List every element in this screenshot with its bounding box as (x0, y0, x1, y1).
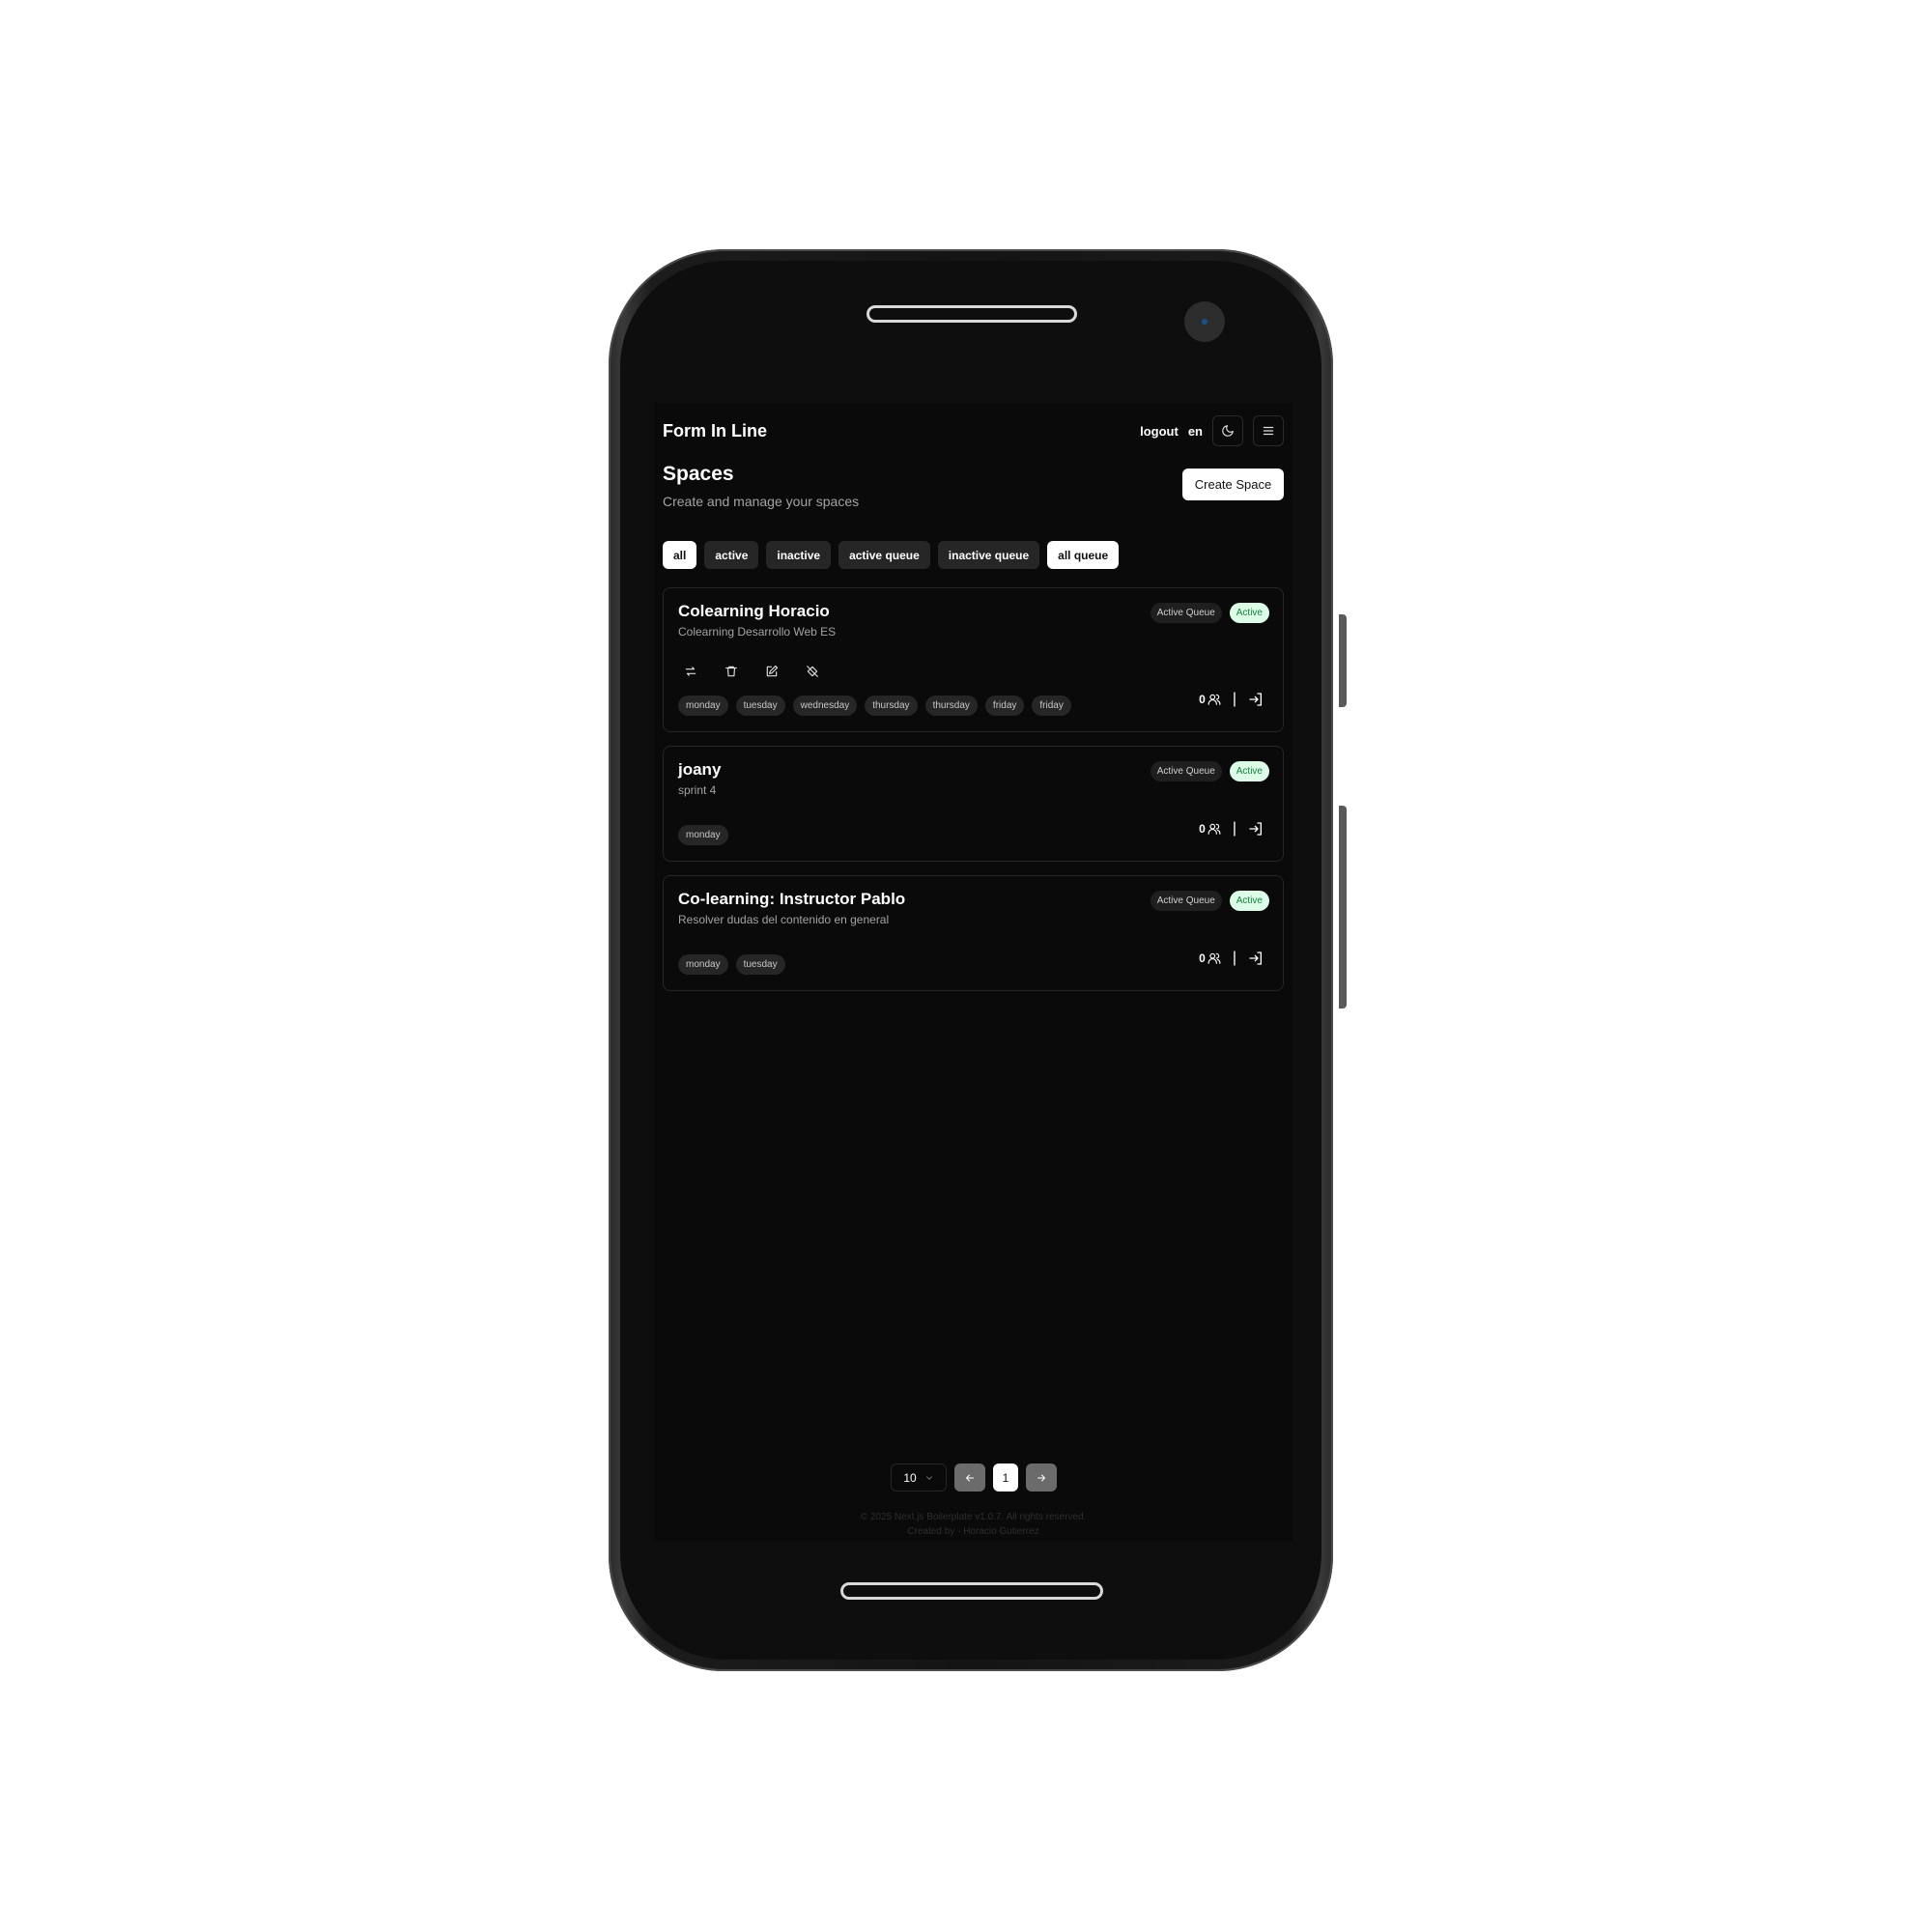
brand-logo[interactable]: Form In Line (663, 421, 767, 441)
status-badge: Active (1229, 891, 1269, 911)
space-days: monday (678, 825, 728, 845)
arrow-left-icon (966, 1474, 974, 1481)
users-icon (1208, 823, 1221, 835)
edit-icon (766, 665, 779, 677)
space-badges: Active Queue Active (1150, 603, 1269, 623)
trash-icon (725, 666, 737, 677)
day-tag: tuesday (735, 954, 785, 975)
theme-toggle-button[interactable] (1212, 415, 1243, 446)
status-badge: Active (1229, 761, 1269, 781)
navbar-actions: logout en (1140, 413, 1284, 448)
space-stats: 0 | (1199, 820, 1264, 838)
day-tag: friday (1032, 696, 1071, 716)
moon-icon (1222, 425, 1234, 437)
member-count: 0 (1199, 693, 1221, 706)
page-size-select[interactable]: 10 (891, 1463, 947, 1492)
delete-button[interactable] (718, 658, 745, 685)
chevron-down-icon (925, 1475, 932, 1480)
filter-tabs: all active inactive active queue inactiv… (663, 541, 1120, 569)
enter-icon[interactable] (1248, 821, 1264, 837)
power-button (1339, 806, 1347, 1009)
space-card[interactable]: Co-learning: Instructor Pablo Resolver d… (663, 875, 1284, 991)
day-tag: thursday (924, 696, 978, 716)
page-subtitle: Create and manage your spaces (663, 494, 860, 509)
status-badge: Active (1229, 603, 1269, 623)
language-switcher[interactable]: en (1188, 424, 1203, 439)
queue-status-badge: Active Queue (1150, 603, 1222, 623)
footer-credit: Created by - Horacio Gutierrez (907, 1526, 1039, 1537)
space-title: Colearning Horacio (678, 602, 830, 620)
space-stats: 0 | (1199, 691, 1264, 708)
member-count-value: 0 (1199, 822, 1206, 836)
create-space-button[interactable]: Create Space (1182, 469, 1284, 500)
space-description: sprint 4 (678, 783, 717, 797)
member-count: 0 (1199, 952, 1221, 965)
space-title: joany (678, 760, 722, 779)
swap-button[interactable] (677, 658, 704, 685)
users-icon (1208, 952, 1221, 964)
volume-button (1339, 614, 1347, 707)
current-page-button[interactable]: 1 (993, 1463, 1018, 1492)
filter-active-queue[interactable]: active queue (838, 541, 930, 569)
footer: © 2025 Next.js Boilerplate v1.0.7. All r… (654, 1510, 1293, 1539)
phone-home-bar (840, 1582, 1103, 1600)
filter-inactive[interactable]: inactive (766, 541, 832, 569)
space-actions (677, 658, 826, 685)
space-days: monday tuesday wednesday thursday thursd… (678, 696, 1071, 716)
hamburger-icon (1263, 426, 1274, 436)
phone-speaker (867, 305, 1077, 323)
day-tag: monday (678, 696, 728, 716)
day-tag: friday (984, 696, 1025, 716)
app-screen: Form In Line logout en Spaces Create and… (654, 403, 1293, 1541)
enter-icon[interactable] (1248, 692, 1264, 707)
arrow-right-icon (1037, 1474, 1045, 1481)
unplug-icon (807, 666, 818, 677)
space-badges: Active Queue Active (1150, 891, 1269, 911)
page-title: Spaces (663, 463, 734, 485)
divider: | (1232, 820, 1236, 837)
space-description: Resolver dudas del contenido en general (678, 913, 890, 926)
page-size-value: 10 (903, 1470, 917, 1485)
filter-all-queue[interactable]: all queue (1047, 541, 1120, 569)
swap-icon (685, 667, 696, 676)
day-tag: tuesday (735, 696, 785, 716)
day-tag: thursday (865, 696, 918, 716)
enter-icon[interactable] (1248, 951, 1264, 966)
member-count-value: 0 (1199, 952, 1206, 965)
disable-button[interactable] (799, 658, 826, 685)
space-description: Colearning Desarrollo Web ES (678, 625, 837, 639)
divider: | (1232, 950, 1236, 966)
users-icon (1208, 694, 1221, 705)
member-count: 0 (1199, 822, 1221, 836)
next-page-button[interactable] (1026, 1463, 1057, 1492)
footer-copyright: © 2025 Next.js Boilerplate v1.0.7. All r… (860, 1512, 1087, 1522)
edit-button[interactable] (758, 658, 785, 685)
divider: | (1232, 691, 1236, 707)
space-badges: Active Queue Active (1150, 761, 1269, 781)
space-days: monday tuesday (678, 954, 785, 975)
day-tag: monday (678, 825, 728, 845)
space-stats: 0 | (1199, 950, 1264, 967)
logout-link[interactable]: logout (1140, 424, 1179, 439)
page-header: Spaces Create and manage your spaces Cre… (663, 463, 1284, 521)
member-count-value: 0 (1199, 693, 1206, 706)
space-card[interactable]: joany sprint 4 Active Queue Active monda… (663, 746, 1284, 862)
space-title: Co-learning: Instructor Pablo (678, 890, 906, 908)
filter-all[interactable]: all (663, 541, 697, 569)
day-tag: wednesday (792, 696, 858, 716)
filter-inactive-queue[interactable]: inactive queue (937, 541, 1040, 569)
day-tag: monday (678, 954, 728, 975)
filter-active[interactable]: active (704, 541, 759, 569)
queue-status-badge: Active Queue (1150, 891, 1222, 911)
pagination: 10 1 (891, 1463, 1057, 1492)
queue-status-badge: Active Queue (1150, 761, 1222, 781)
prev-page-button[interactable] (954, 1463, 985, 1492)
space-card[interactable]: Colearning Horacio Colearning Desarrollo… (663, 587, 1284, 732)
phone-camera (1184, 301, 1225, 342)
menu-button[interactable] (1253, 415, 1284, 446)
navbar: Form In Line logout en (663, 413, 1284, 448)
